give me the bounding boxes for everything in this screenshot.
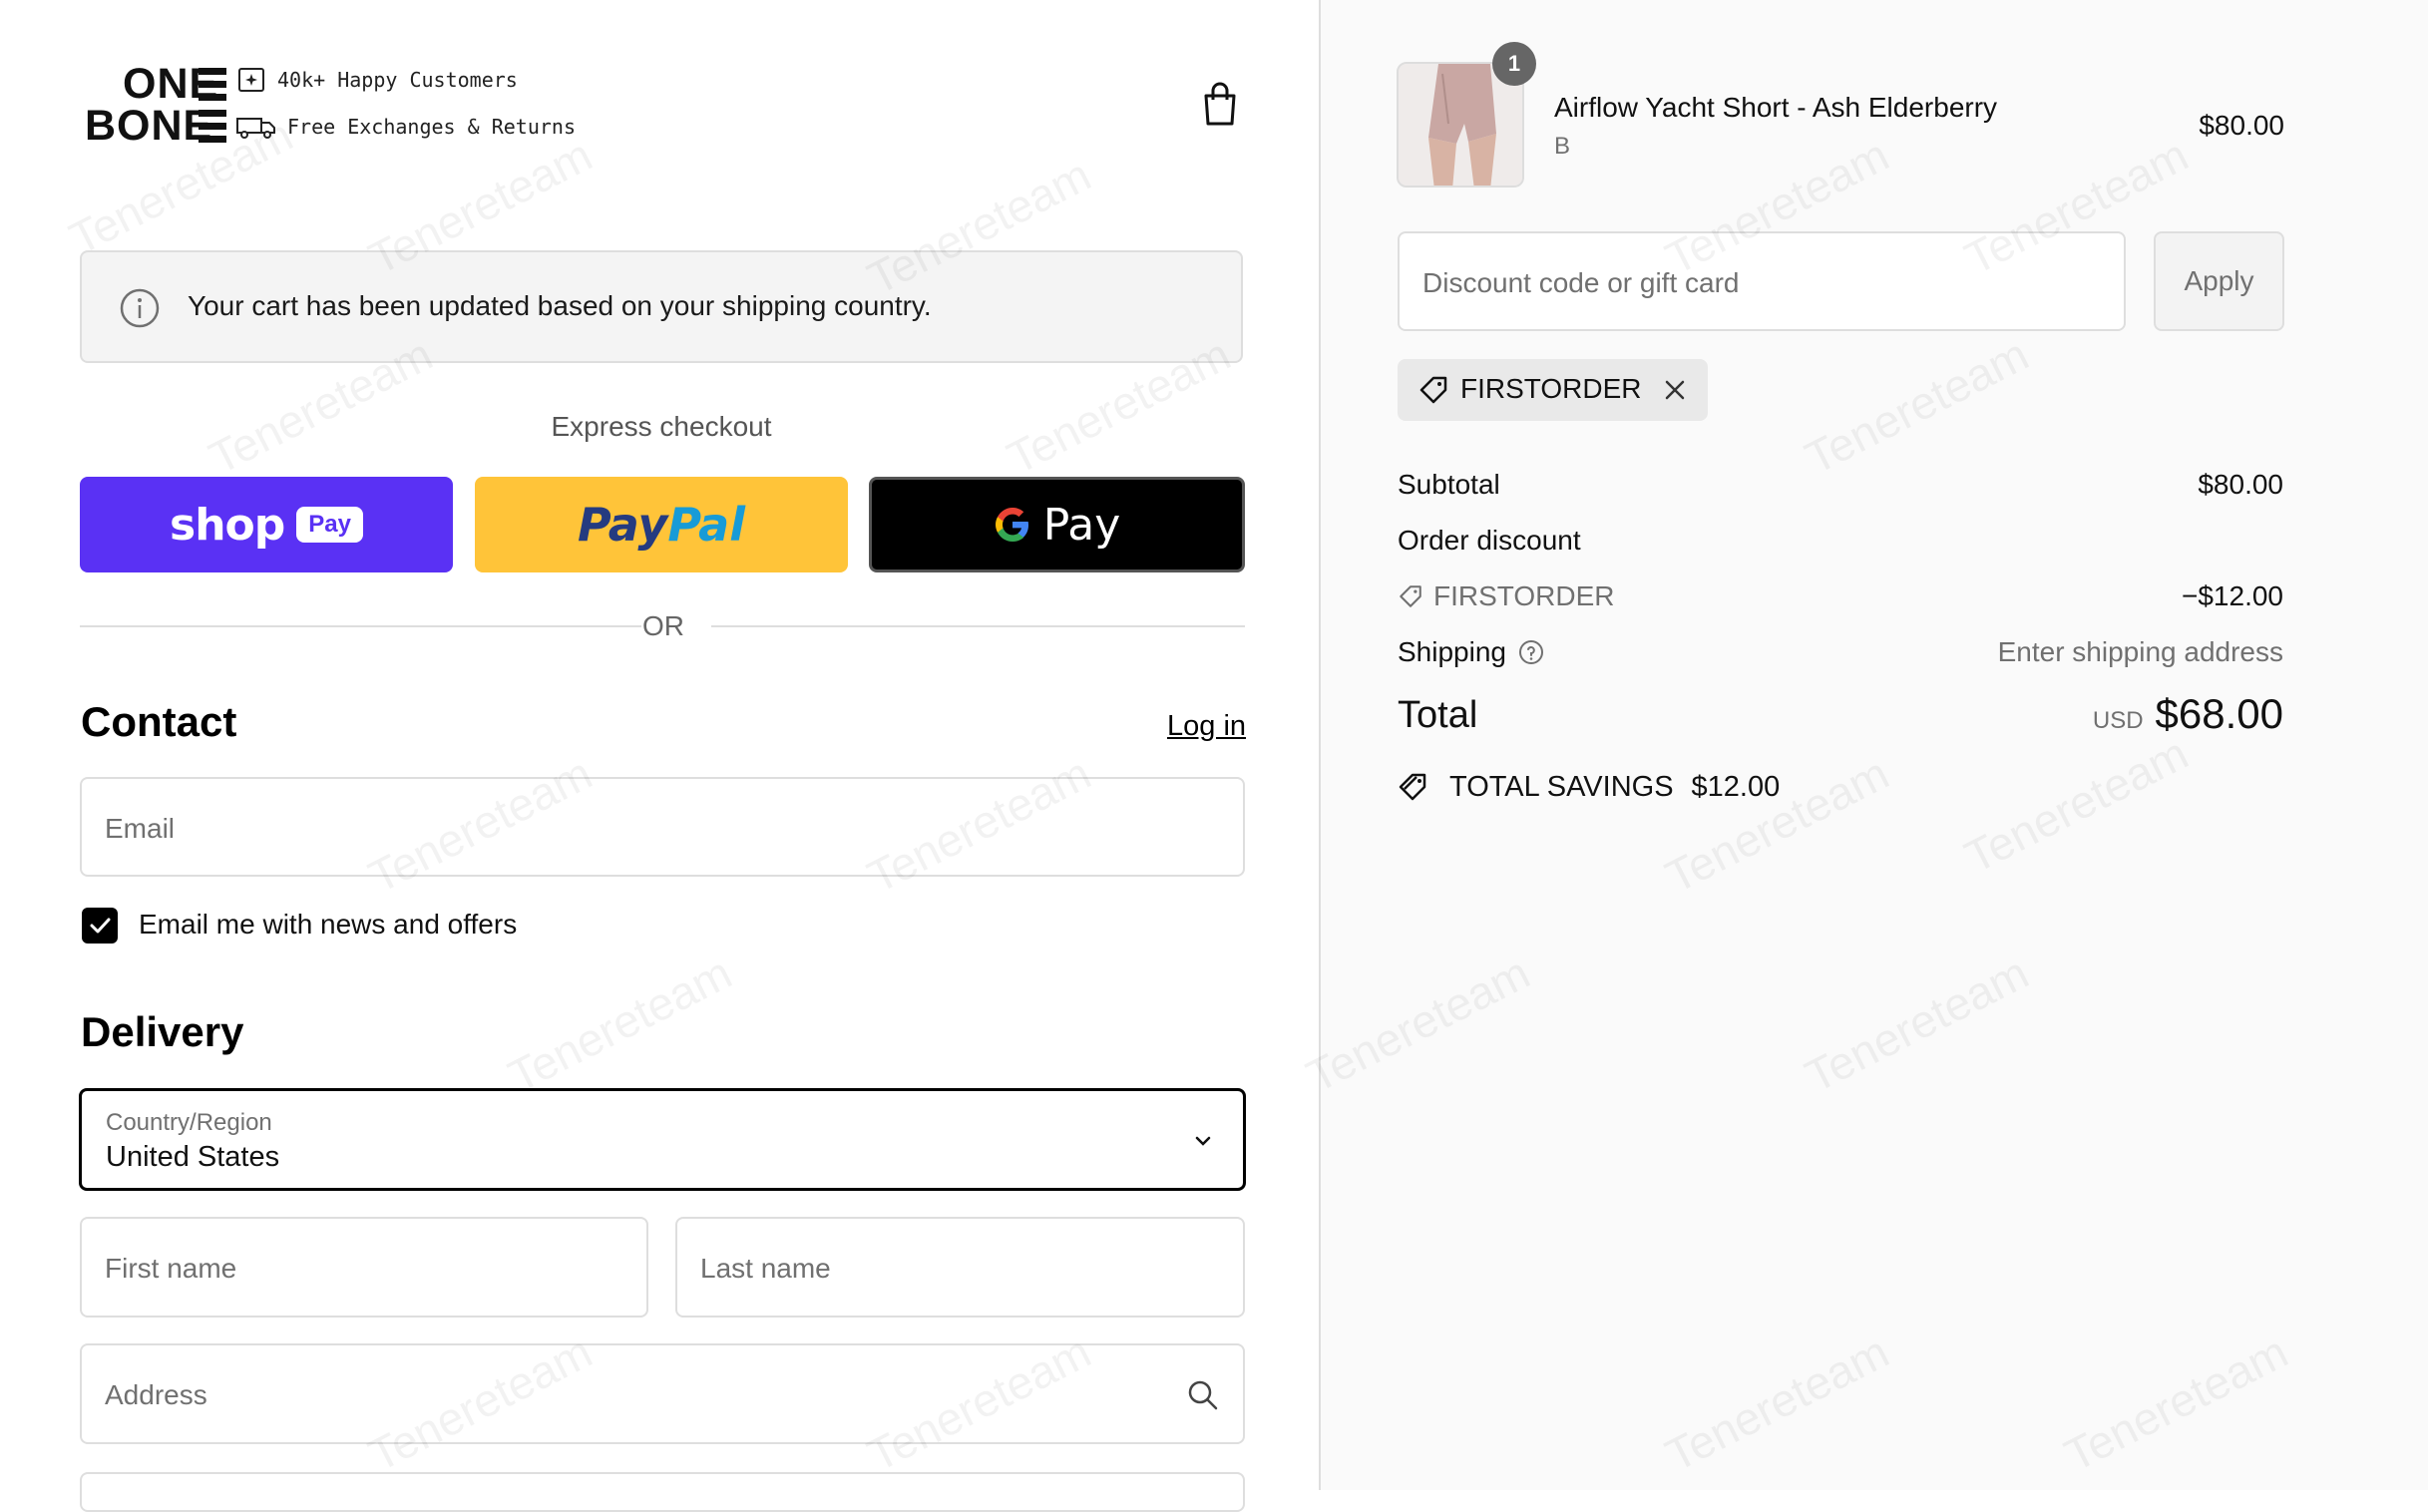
chevron-down-icon: [1195, 1136, 1211, 1146]
discount-value: −$12.00: [2182, 580, 2283, 611]
search-icon[interactable]: [1185, 1377, 1221, 1413]
discount-code-input[interactable]: Discount code or gift card: [1398, 231, 2126, 331]
last-name-placeholder: Last name: [700, 1253, 831, 1284]
last-name-field[interactable]: Last name: [675, 1217, 1245, 1318]
shipping-row: Shipping: [1398, 636, 1544, 668]
info-icon: [120, 288, 160, 328]
currency-code: USD: [2092, 707, 2144, 734]
tag-icon: [1419, 376, 1447, 404]
google-g-icon: [995, 508, 1028, 542]
order-summary: [1321, 0, 2428, 1490]
remove-discount-icon[interactable]: [1661, 376, 1689, 404]
checkmark-icon: [90, 918, 111, 934]
truck-icon: [236, 118, 275, 139]
quantity-badge: 1: [1492, 42, 1536, 86]
tag-icon: [1400, 585, 1421, 607]
discount-placeholder: Discount code or gift card: [1422, 267, 1740, 298]
shopping-bag-icon[interactable]: [1200, 80, 1240, 128]
address-field[interactable]: Address: [80, 1343, 1245, 1444]
google-pay-word: Pay: [1042, 499, 1121, 551]
total-amount: USD $68.00: [2093, 690, 2283, 738]
total-label: Total: [1398, 694, 1478, 736]
subtotal-value: $80.00: [2198, 469, 2283, 500]
tagline-customers: 40k+ Happy Customers: [237, 66, 518, 94]
login-link[interactable]: Log in: [1167, 710, 1246, 743]
shop-pay-pill: Pay: [296, 507, 363, 543]
first-name-field[interactable]: First name: [80, 1217, 648, 1318]
savings-label: TOTAL SAVINGS: [1449, 770, 1674, 803]
discount-code-line: FIRSTORDER: [1433, 580, 1615, 611]
newsletter-checkbox[interactable]: [82, 908, 118, 944]
help-icon[interactable]: [1518, 639, 1544, 665]
address-placeholder: Address: [105, 1379, 207, 1410]
subtotal-label: Subtotal: [1398, 469, 1500, 500]
country-select[interactable]: Country/Region United States: [79, 1088, 1246, 1191]
or-divider-right: [711, 625, 1245, 627]
product-name: Airflow Yacht Short - Ash Elderberry: [1554, 92, 1998, 123]
tagline-returns: Free Exchanges & Returns: [235, 113, 576, 141]
total-value: $68.00: [2155, 690, 2283, 737]
tagline-returns-text: Free Exchanges & Returns: [287, 115, 576, 139]
contact-title: Contact: [81, 698, 237, 745]
logo-line-2: BONE: [85, 102, 213, 150]
brand-logo[interactable]: ONE BONE: [85, 63, 230, 150]
paypal-button[interactable]: Pay Pal: [475, 477, 848, 572]
shop-pay-button[interactable]: shop Pay: [80, 477, 453, 572]
sparkle-square-icon: [238, 68, 264, 92]
delivery-title: Delivery: [81, 1008, 244, 1055]
newsletter-label: Email me with news and offers: [139, 909, 518, 940]
shop-pay-word: shop: [170, 499, 285, 551]
google-pay-button[interactable]: Pay: [869, 477, 1245, 572]
or-divider-left: [80, 625, 641, 627]
logo-bars-icon: [199, 110, 226, 149]
email-field[interactable]: Email: [80, 777, 1245, 877]
applied-code: FIRSTORDER: [1460, 373, 1642, 404]
savings-value: $12.00: [1691, 770, 1781, 803]
notice-text: Your cart has been updated based on your…: [188, 290, 932, 321]
discount-code-row: FIRSTORDER: [1398, 580, 1615, 612]
total-savings-row: TOTAL SAVINGS $12.00: [1398, 770, 1780, 804]
savings-tag-icon: [1399, 773, 1426, 801]
product-variant: B: [1554, 133, 1571, 160]
country-value: United States: [106, 1141, 280, 1173]
paypal-word-2: Pal: [667, 498, 745, 552]
applied-discount-chip: FIRSTORDER: [1398, 359, 1708, 421]
shipping-value: Enter shipping address: [1997, 636, 2283, 667]
shipping-label: Shipping: [1398, 636, 1506, 667]
next-field[interactable]: [80, 1472, 1245, 1512]
paypal-word-1: Pay: [578, 498, 668, 552]
cart-updated-notice: Your cart has been updated based on your…: [80, 250, 1243, 363]
email-placeholder: Email: [105, 813, 176, 844]
tagline-customers-text: 40k+ Happy Customers: [277, 68, 518, 92]
order-discount-label: Order discount: [1398, 525, 1581, 556]
express-checkout-label: Express checkout: [551, 411, 772, 442]
product-price: $80.00: [2199, 110, 2284, 141]
country-label: Country/Region: [106, 1109, 272, 1136]
or-label: OR: [642, 610, 684, 641]
apply-button[interactable]: Apply: [2154, 231, 2284, 331]
first-name-placeholder: First name: [105, 1253, 237, 1284]
